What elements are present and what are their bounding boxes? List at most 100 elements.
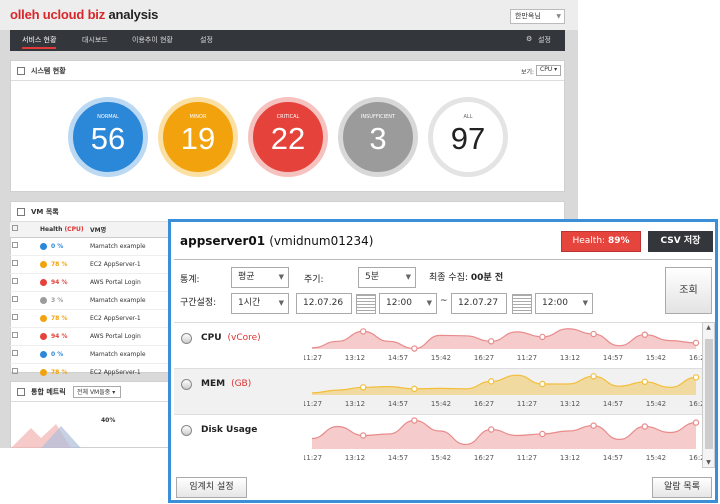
metrics-select[interactable]: 전체 VM들중 ▾: [73, 386, 121, 398]
x-tick-label: 15:42: [431, 354, 451, 362]
x-tick-label: 14:57: [388, 454, 408, 462]
row-checkbox[interactable]: [12, 314, 18, 320]
nav-tab-service-status[interactable]: 서비스 현황: [22, 35, 57, 49]
system-status-title: 시스템 현황: [31, 67, 66, 75]
data-point[interactable]: [692, 339, 700, 347]
app-header: olleh ucloud biz analysis 한만옥님 ▼: [0, 0, 578, 30]
nav-tab-usage-trend[interactable]: 이용추이 현황: [132, 35, 173, 45]
range-select[interactable]: 1시간 ▼: [231, 293, 289, 314]
calendar-icon[interactable]: [512, 294, 532, 314]
metric-radio-cpu[interactable]: [181, 333, 192, 344]
vm-list-title: VM 목록: [31, 208, 59, 216]
x-tick-label: 11:27: [517, 400, 537, 408]
alarm-list-button[interactable]: 알람 목록: [652, 477, 712, 498]
metric-radio-mem[interactable]: [181, 379, 192, 390]
health-percent: 94 %: [51, 332, 68, 340]
status-card-normal[interactable]: NORMAL 56: [68, 97, 148, 177]
data-point[interactable]: [539, 333, 546, 341]
nav-tab-settings[interactable]: 설정: [200, 35, 213, 45]
query-button[interactable]: 조회: [665, 267, 712, 314]
scrollbar-thumb[interactable]: [705, 339, 713, 449]
nav-tab-dashboard[interactable]: 대시보드: [82, 35, 108, 45]
chevron-down-icon: ▼: [556, 13, 561, 20]
status-card-minor[interactable]: MINOR 19: [158, 97, 238, 177]
user-menu-dropdown[interactable]: 한만옥님 ▼: [510, 9, 565, 24]
metric-radio-disk[interactable]: [181, 425, 192, 436]
health-status-dot: [40, 260, 47, 268]
period-label: 주기:: [304, 275, 324, 285]
data-point[interactable]: [641, 378, 648, 386]
data-point[interactable]: [487, 338, 495, 345]
x-tick-label: 13:12: [345, 454, 365, 462]
x-tick-label: 16:27: [474, 454, 494, 462]
data-point[interactable]: [590, 373, 597, 380]
health-percent: 78 %: [51, 314, 68, 322]
row-checkbox[interactable]: [12, 242, 18, 248]
data-point[interactable]: [360, 432, 367, 439]
from-time-select[interactable]: 12:00 ▼: [379, 293, 437, 314]
row-checkbox[interactable]: [12, 278, 18, 284]
health-status-dot: [40, 368, 47, 376]
stat-label: 통계:: [180, 275, 200, 285]
data-point[interactable]: [692, 374, 700, 381]
mem-chart: 11:27 13:12 14:57 15:42 16:27 11:27 13:12 14:57…: [304, 373, 704, 408]
row-checkbox[interactable]: [12, 368, 18, 374]
x-tick-label: 16:27: [474, 400, 494, 408]
row-checkbox[interactable]: [12, 332, 18, 338]
view-label: 보기:: [521, 69, 535, 76]
calendar-icon[interactable]: [356, 294, 376, 314]
x-tick-label: 14:57: [388, 400, 408, 408]
row-checkbox[interactable]: [12, 296, 18, 302]
scroll-up-arrow[interactable]: ▲: [703, 324, 714, 331]
data-point[interactable]: [360, 328, 367, 335]
period-select[interactable]: 5분 ▼: [358, 267, 416, 288]
last-collected: 최종 수집: 00분 전: [429, 273, 504, 283]
health-status-dot: [40, 296, 47, 304]
app-logo[interactable]: olleh ucloud biz analysis: [10, 7, 158, 22]
data-point[interactable]: [487, 426, 495, 433]
stat-select[interactable]: 평균 ▼: [231, 267, 289, 288]
health-status-dot: [40, 332, 47, 340]
scrollbar[interactable]: ▲ ▼: [702, 322, 715, 468]
x-tick-label: 11:27: [517, 454, 537, 462]
data-point[interactable]: [411, 417, 418, 424]
health-badge: Health: 89%: [561, 231, 641, 252]
metric-row-mem: MEM (GB) 11:27 13:12 14:57 15:42 16:27 11:27 13…: [174, 368, 704, 414]
status-card-critical[interactable]: CRITICAL 22: [248, 97, 328, 177]
scroll-down-arrow[interactable]: ▼: [703, 459, 714, 466]
threshold-settings-button[interactable]: 임계치 설정: [176, 477, 247, 498]
to-date-input[interactable]: 12.07.27: [451, 293, 507, 314]
data-point[interactable]: [590, 330, 597, 338]
data-point[interactable]: [641, 331, 648, 338]
row-checkbox[interactable]: [12, 350, 18, 356]
status-card-insufficient[interactable]: INSUFFICIENT 3: [338, 97, 418, 177]
settings-link[interactable]: 설정: [538, 35, 551, 45]
data-point[interactable]: [590, 422, 597, 429]
csv-save-button[interactable]: CSV 저장: [648, 231, 713, 252]
data-point[interactable]: [411, 345, 418, 352]
data-point[interactable]: [539, 380, 546, 388]
row-checkbox[interactable]: [12, 260, 18, 266]
health-status-dot: [40, 350, 47, 358]
data-point[interactable]: [692, 419, 700, 426]
x-tick-label: 16:27: [474, 354, 494, 362]
data-point[interactable]: [539, 430, 546, 438]
from-date-input[interactable]: 12.07.26: [296, 293, 352, 314]
x-tick-label: 11:27: [517, 354, 537, 362]
chevron-down-icon: ▼: [582, 299, 588, 307]
health-percent: 94 %: [51, 278, 68, 286]
data-point[interactable]: [360, 384, 367, 391]
data-point[interactable]: [487, 378, 495, 385]
metrics-mini-chart: [11, 424, 81, 448]
data-point[interactable]: [641, 423, 648, 430]
status-card-all[interactable]: ALL 97: [428, 97, 508, 177]
data-point[interactable]: [411, 385, 418, 393]
metric-row-disk: Disk Usage 11:27 13:12 14:57 15:42 16:27 11:2…: [174, 414, 704, 468]
x-tick-label: 13:12: [560, 400, 580, 408]
to-time-select[interactable]: 12:00 ▼: [535, 293, 593, 314]
panel-icon: [17, 208, 25, 216]
select-all-checkbox[interactable]: [12, 225, 18, 232]
health-percent: 78 %: [51, 260, 68, 268]
gear-icon[interactable]: ⚙: [526, 35, 532, 43]
view-select[interactable]: CPU ▾: [536, 65, 561, 76]
